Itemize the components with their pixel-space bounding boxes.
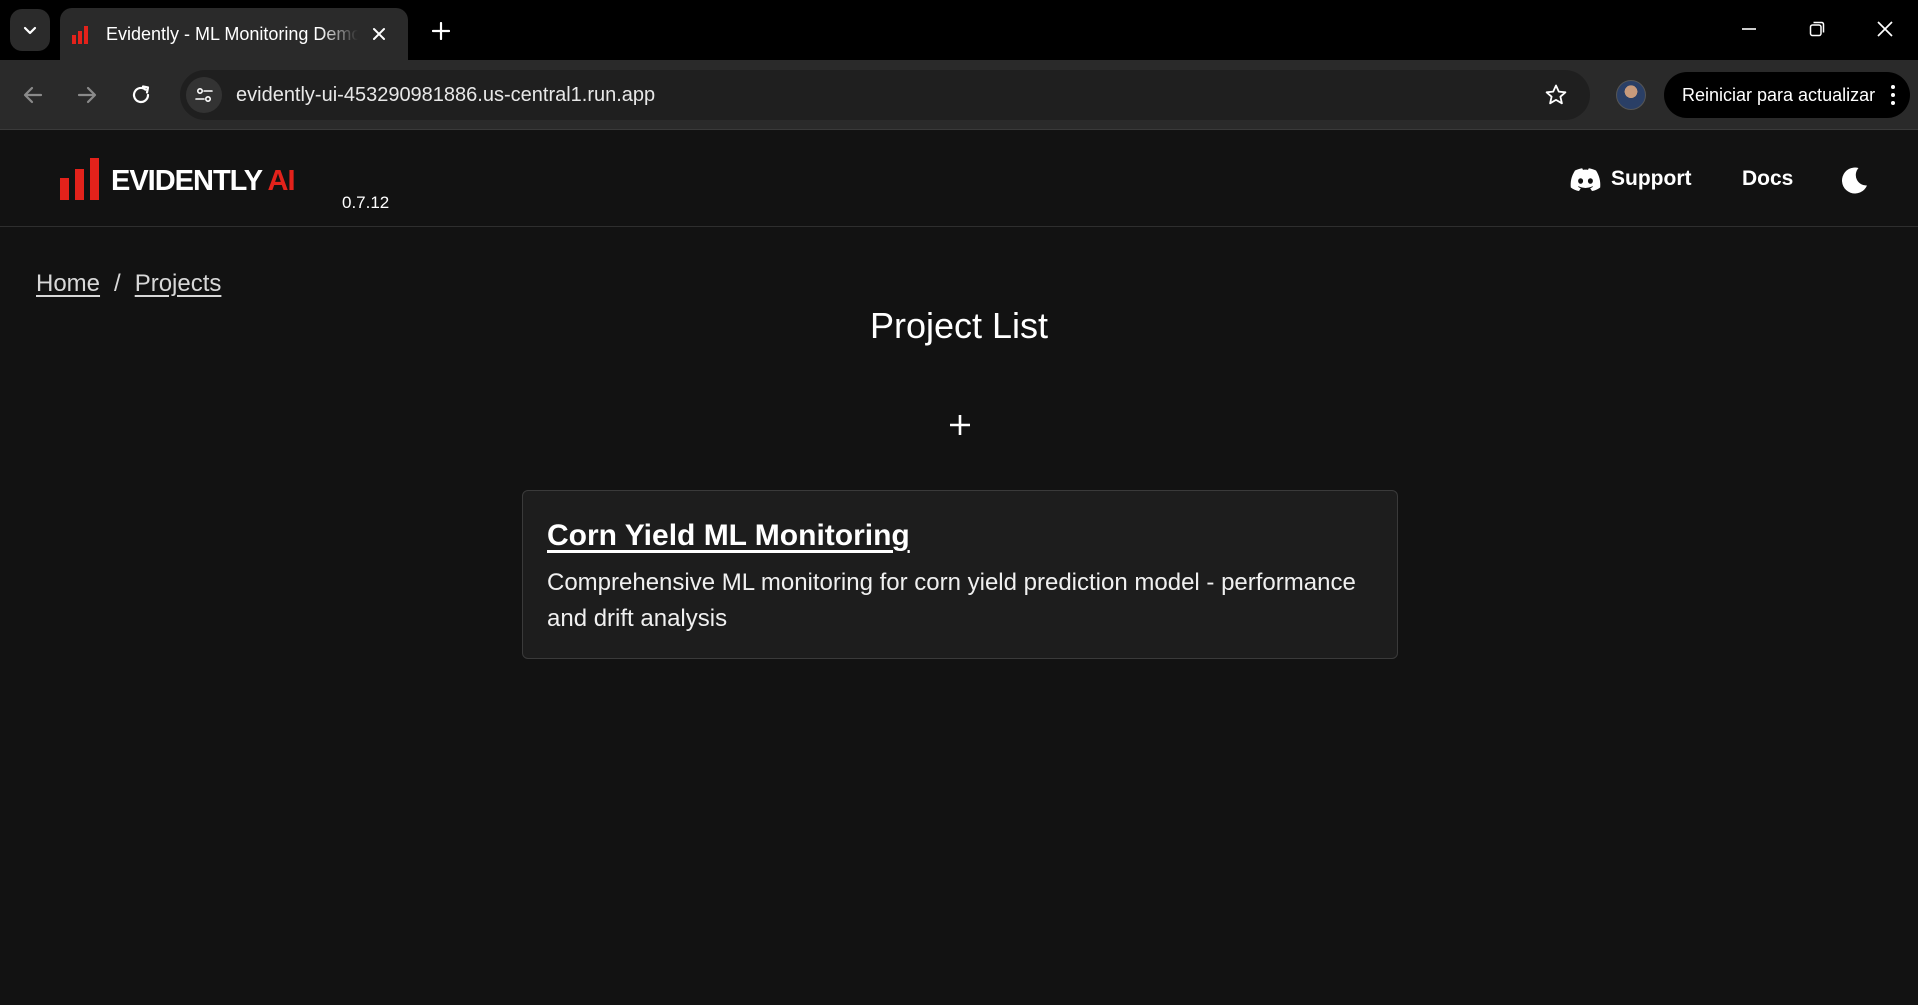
- logo-bars-icon: [60, 158, 99, 200]
- breadcrumb-home-link[interactable]: Home: [36, 270, 100, 298]
- add-project-button[interactable]: [944, 409, 976, 441]
- docs-label: Docs: [1742, 167, 1794, 190]
- profile-avatar[interactable]: [1616, 80, 1646, 110]
- bookmark-star-icon[interactable]: [1544, 83, 1568, 107]
- tab-title: Evidently - ML Monitoring Demo: [106, 23, 358, 44]
- breadcrumb-projects-link[interactable]: Projects: [135, 270, 222, 298]
- theme-toggle-moon-icon[interactable]: [1838, 165, 1870, 197]
- version-label: 0.7.12: [342, 193, 390, 212]
- discord-icon: [1570, 168, 1601, 191]
- forward-icon[interactable]: [70, 78, 104, 112]
- browser-tab-active[interactable]: Evidently - ML Monitoring Demo: [60, 8, 408, 60]
- browser-toolbar: evidently-ui-453290981886.us-central1.ru…: [0, 60, 1918, 130]
- tab-close-icon[interactable]: [368, 23, 390, 45]
- close-window-icon[interactable]: [1868, 14, 1902, 44]
- site-settings-icon[interactable]: [186, 77, 222, 113]
- evidently-logo[interactable]: EVIDENTLY AI: [60, 158, 296, 200]
- update-button[interactable]: Reiniciar para actualizar: [1664, 72, 1910, 118]
- support-link[interactable]: Support: [1570, 167, 1691, 191]
- breadcrumb-separator: /: [114, 270, 121, 297]
- address-bar[interactable]: evidently-ui-453290981886.us-central1.ru…: [180, 70, 1590, 120]
- chevron-down-icon: [23, 26, 37, 35]
- browser-tab-strip: Evidently - ML Monitoring Demo: [0, 0, 1918, 60]
- reload-icon[interactable]: [124, 78, 158, 112]
- update-button-label: Reiniciar para actualizar: [1682, 84, 1876, 105]
- project-card: Corn Yield ML Monitoring Comprehensive M…: [522, 490, 1398, 659]
- restore-icon[interactable]: [1800, 14, 1834, 44]
- tab-search-button[interactable]: [10, 9, 50, 51]
- url-text: evidently-ui-453290981886.us-central1.ru…: [236, 84, 656, 106]
- app-header: EVIDENTLY AI 0.7.12 Support Docs: [0, 131, 1918, 227]
- breadcrumb: Home / Projects: [36, 270, 221, 298]
- new-tab-icon[interactable]: [426, 16, 456, 46]
- project-description: Comprehensive ML monitoring for corn yie…: [547, 569, 1356, 632]
- docs-link[interactable]: Docs: [1742, 167, 1793, 191]
- plus-icon: [950, 415, 970, 435]
- project-name-link[interactable]: Corn Yield ML Monitoring: [547, 519, 910, 553]
- logo-text: EVIDENTLY AI: [111, 165, 296, 197]
- minimize-icon[interactable]: [1732, 14, 1766, 44]
- page-title: Project List: [869, 305, 1049, 346]
- back-icon[interactable]: [16, 78, 50, 112]
- evidently-favicon-icon: [72, 24, 92, 44]
- browser-menu-icon[interactable]: [1890, 85, 1896, 105]
- support-label: Support: [1611, 167, 1692, 190]
